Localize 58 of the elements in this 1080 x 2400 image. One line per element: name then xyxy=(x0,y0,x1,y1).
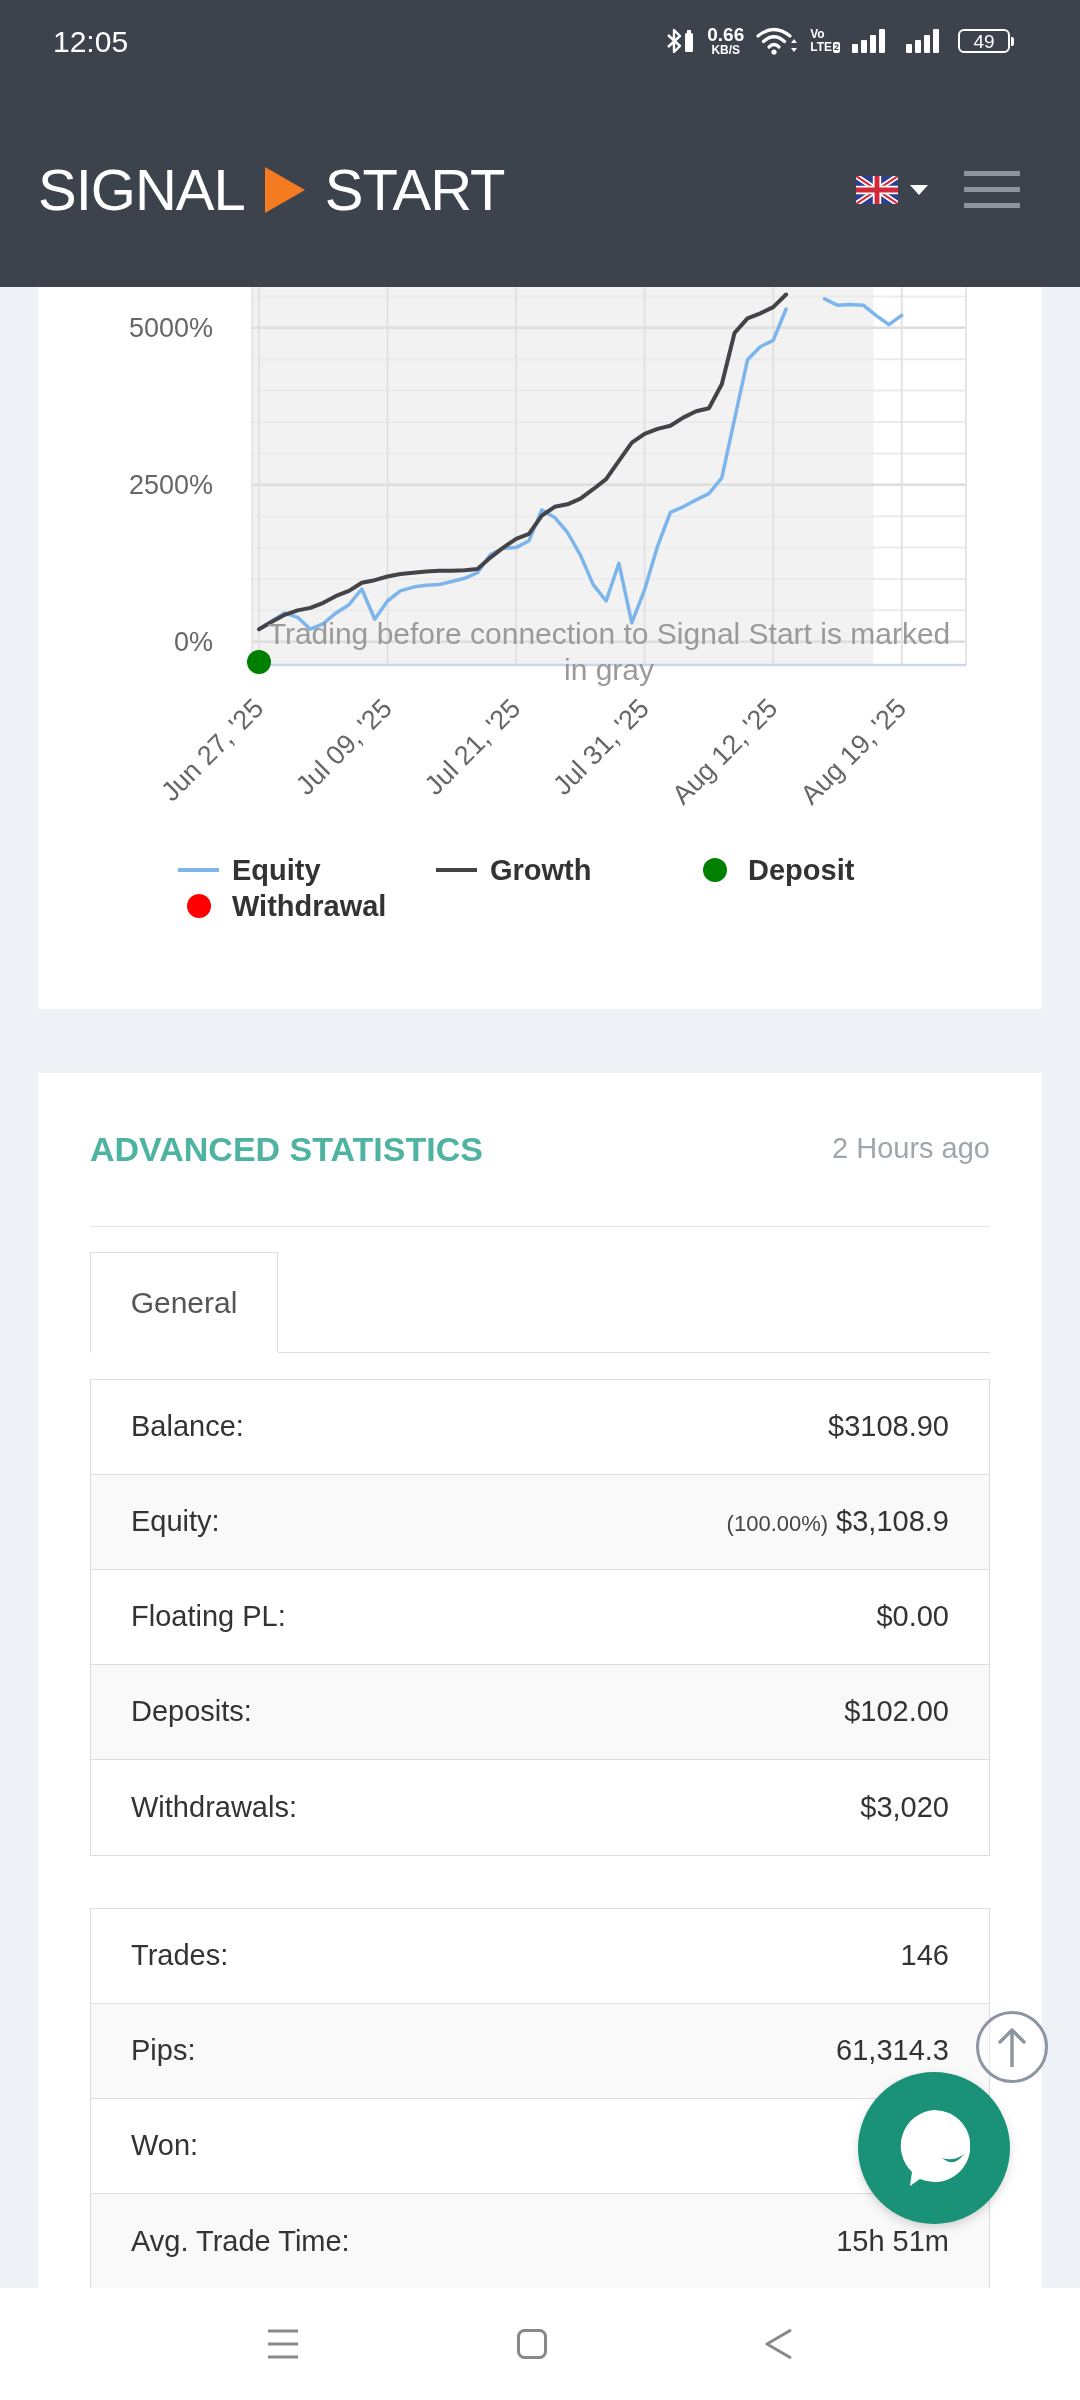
network-speed: 0.66 xyxy=(707,25,745,44)
volte-label: LTE xyxy=(810,41,832,54)
stat-label: Withdrawals: xyxy=(131,1789,297,1825)
stat-label: Pips: xyxy=(131,2033,196,2069)
menu-icon xyxy=(964,171,1020,208)
chat-bubble-icon xyxy=(898,2110,970,2186)
stat-label: Trades: xyxy=(131,1938,229,1974)
stat-value: $3,020 xyxy=(860,1789,949,1825)
x-axis-label: Jun 27, '25 xyxy=(155,693,270,808)
stat-value: 146 xyxy=(900,1938,949,1974)
menu-button[interactable] xyxy=(964,171,1020,208)
section-title: ADVANCED STATISTICS xyxy=(90,1128,483,1170)
stat-label: Deposits: xyxy=(131,1694,252,1730)
stat-label: Won: xyxy=(131,2128,199,2164)
wifi-icon xyxy=(756,27,799,55)
tab[interactable]: General xyxy=(90,1252,278,1353)
signal-icon xyxy=(906,29,940,53)
stat-label: Equity: xyxy=(131,1504,220,1540)
legend-item[interactable]: Growth xyxy=(436,852,694,888)
x-axis-label: Jul 09, '25 xyxy=(290,693,398,801)
y-axis-label: 0% xyxy=(173,626,213,657)
sim-number: 2 xyxy=(833,42,840,53)
arrow-up-icon xyxy=(998,2027,1026,2067)
play-triangle-icon xyxy=(264,166,305,213)
stat-value: $0.00 xyxy=(876,1599,949,1635)
stat-value: $102.00 xyxy=(844,1694,949,1730)
stat-note: (100.00%) xyxy=(726,1510,829,1539)
bluetooth-icon xyxy=(665,27,696,55)
stat-label: Avg. Trade Time: xyxy=(131,2223,350,2259)
stat-value: $3,108.9 xyxy=(836,1504,949,1540)
updated-time: 2 Hours ago xyxy=(832,1131,990,1167)
logo-link[interactable]: SIGNAL START xyxy=(38,160,505,219)
stat-value: 15h 51m xyxy=(836,2223,949,2259)
x-axis-label: Aug 12, '25 xyxy=(666,693,784,811)
battery-indicator: 49 xyxy=(958,29,1014,53)
clock-time: 12:05 xyxy=(53,23,129,60)
signal-icon xyxy=(852,29,886,53)
speed-unit: KB/S xyxy=(711,44,741,57)
language-button[interactable] xyxy=(856,175,928,204)
y-axis-label: 5000% xyxy=(128,312,213,343)
stat-value: $3108.90 xyxy=(828,1409,949,1445)
x-axis-label: Aug 19, '25 xyxy=(794,693,912,811)
square-icon[interactable] xyxy=(517,2329,547,2359)
x-axis-label: Jul 21, '25 xyxy=(418,693,527,801)
legend-item[interactable]: Withdrawal xyxy=(178,888,436,924)
stat-label: Balance: xyxy=(131,1409,244,1445)
y-axis-label: 2500% xyxy=(128,469,213,500)
flag-icon xyxy=(856,175,898,204)
menu-icon[interactable] xyxy=(267,2329,299,2359)
back-icon[interactable] xyxy=(765,2328,793,2360)
legend-item[interactable]: Equity xyxy=(178,852,436,888)
caret-icon xyxy=(910,184,928,195)
chart-note: Trading before connection to Signal Start is marked in gray xyxy=(266,616,952,688)
stat-value: 61,314.3 xyxy=(836,2033,949,2069)
stat-label: Floating PL: xyxy=(131,1599,286,1635)
x-axis-label: Jul 31, '25 xyxy=(547,693,655,801)
legend-item[interactable]: Deposit xyxy=(694,852,952,888)
volte-label: Vo xyxy=(810,28,825,41)
